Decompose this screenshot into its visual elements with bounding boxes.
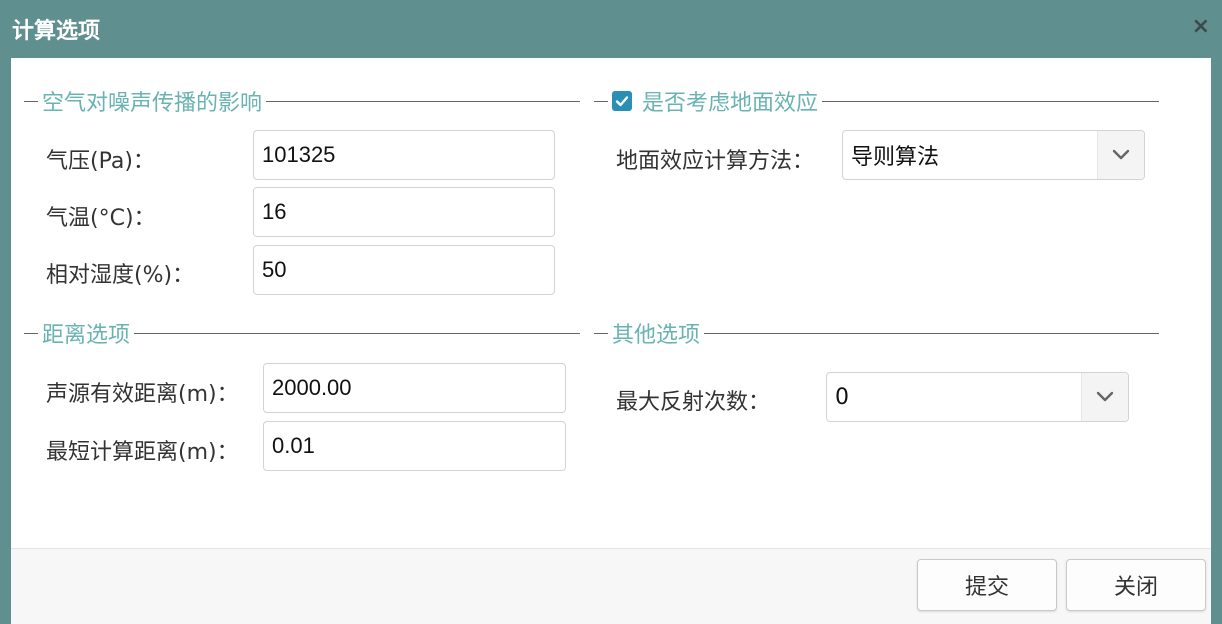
temperature-input[interactable]: [253, 187, 555, 237]
distance-section-title: 距离选项: [42, 323, 131, 348]
chevron-down-icon[interactable]: [1097, 131, 1144, 179]
ground-section-title: 是否考虑地面效应: [642, 91, 819, 116]
ground-method-value: 导则算法: [851, 145, 940, 170]
humidity-label: 相对湿度(%)：: [46, 263, 195, 288]
pressure-label: 气压(Pa)：: [46, 149, 155, 174]
submit-button[interactable]: 提交: [917, 559, 1057, 611]
other-section-legend: 其他选项: [594, 318, 1159, 348]
close-icon[interactable]: ×: [1192, 14, 1210, 39]
legend-line: [594, 100, 608, 102]
min-distance-label: 最短计算距离(m)：: [46, 440, 239, 465]
other-section-title: 其他选项: [612, 323, 701, 348]
reflections-label: 最大反射次数：: [616, 390, 771, 415]
ground-method-label: 地面效应计算方法：: [616, 149, 815, 174]
reflections-value: 0: [835, 384, 849, 410]
calculation-options-dialog: 计算选项 × 空气对噪声传播的影响 气压(Pa)： 气温(°C)： 相对湿度(%…: [0, 0, 1222, 624]
legend-line: [594, 332, 608, 334]
distance-section-legend: 距离选项: [24, 318, 580, 348]
air-section-title: 空气对噪声传播的影响: [42, 91, 263, 116]
legend-line: [134, 332, 580, 334]
chevron-down-icon[interactable]: [1081, 373, 1128, 421]
air-section-legend: 空气对噪声传播的影响: [24, 86, 580, 116]
close-button[interactable]: 关闭: [1066, 559, 1206, 611]
legend-line: [24, 100, 38, 102]
legend-line: [24, 332, 38, 334]
reflections-select[interactable]: 0: [826, 372, 1129, 422]
source-distance-label: 声源有效距离(m)：: [46, 382, 239, 407]
min-distance-input[interactable]: [263, 421, 566, 471]
ground-section-legend: 是否考虑地面效应: [594, 86, 1159, 116]
ground-method-select[interactable]: 导则算法: [842, 130, 1145, 180]
legend-line: [704, 332, 1159, 334]
check-icon: [615, 96, 629, 107]
ground-effect-checkbox[interactable]: [612, 91, 632, 111]
humidity-input[interactable]: [253, 245, 555, 295]
temperature-label: 气温(°C)：: [46, 206, 156, 231]
legend-line: [822, 100, 1159, 102]
source-distance-input[interactable]: [263, 363, 566, 413]
pressure-input[interactable]: [253, 130, 555, 180]
dialog-title: 计算选项: [12, 19, 101, 44]
legend-line: [266, 100, 580, 102]
dialog-titlebar[interactable]: 计算选项 ×: [0, 0, 1222, 58]
